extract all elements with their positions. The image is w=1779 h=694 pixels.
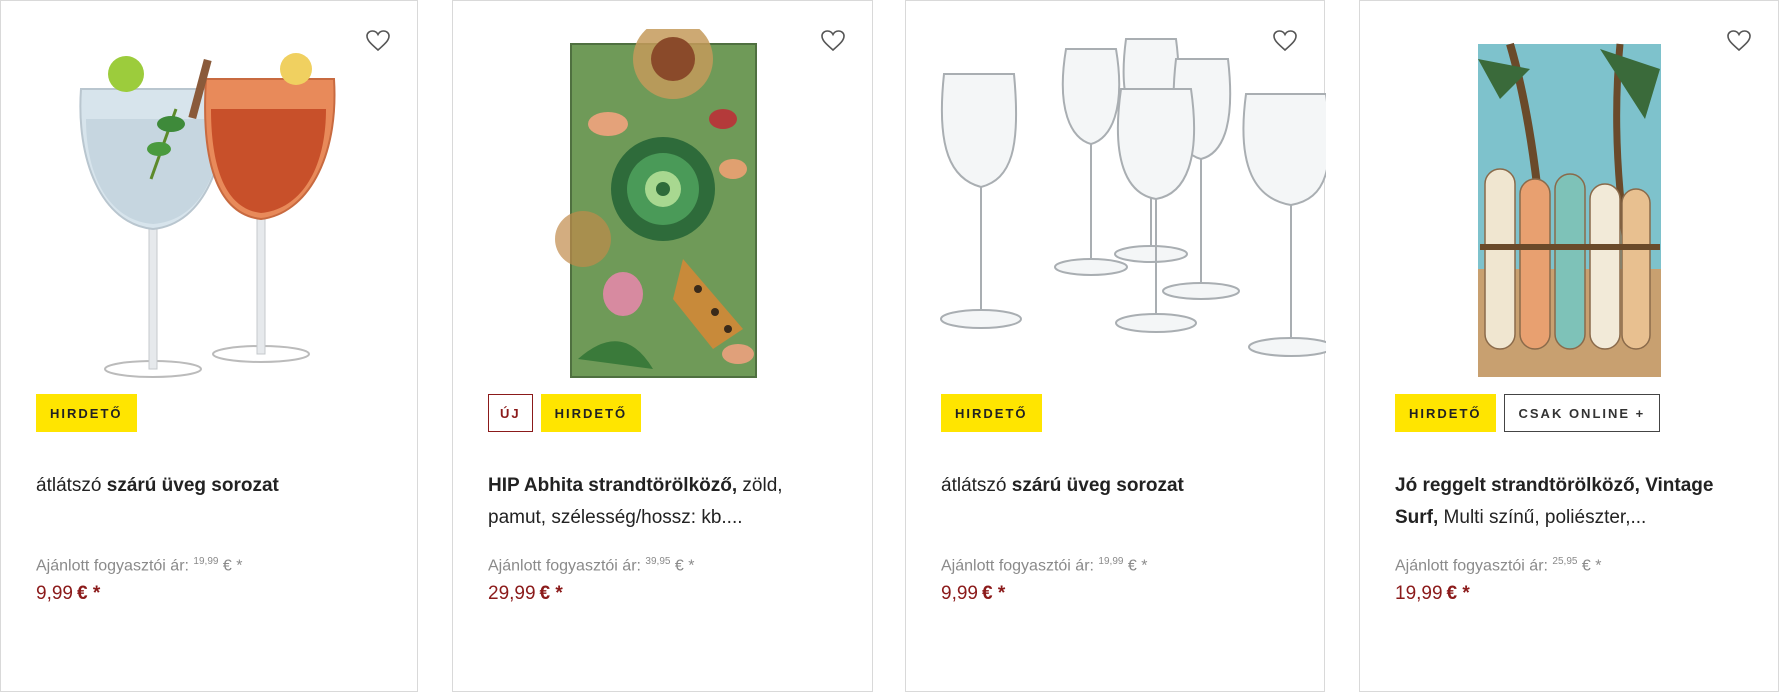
title-bold: szárú üveg sorozat — [106, 475, 279, 496]
product-title[interactable]: Jó reggelt strandtörölköző, Vintage Surf… — [1395, 470, 1748, 534]
rrp-label: Ajánlott fogyasztói ár: — [941, 557, 1094, 575]
badge-row: ÚJ HIRDETŐ — [488, 394, 642, 432]
sale-price: 19,99 € * — [1395, 583, 1470, 605]
price-suffix: € * — [539, 583, 563, 604]
product-image[interactable] — [1360, 29, 1779, 379]
product-image[interactable] — [1, 29, 419, 379]
advertised-badge: HIRDETŐ — [1395, 394, 1496, 432]
price-value: 29,99 — [488, 583, 536, 604]
price-value: 9,99 — [941, 583, 978, 604]
advertised-badge: HIRDETŐ — [941, 394, 1042, 432]
price-suffix: € * — [1446, 583, 1470, 604]
product-title[interactable]: átlátszó szárú üveg sorozat — [941, 470, 1294, 502]
price-suffix: € * — [76, 583, 101, 604]
rrp-value: 39,95 — [645, 556, 671, 567]
online-only-badge: CSAK ONLINE + — [1503, 394, 1661, 432]
badge-row: HIRDETŐ — [941, 394, 1042, 432]
product-card[interactable]: HIRDETŐ átlátszó szárú üveg sorozat Aján… — [0, 0, 418, 692]
product-card[interactable]: HIRDETŐ CSAK ONLINE + Jó reggelt strandt… — [1359, 0, 1779, 692]
rrp-label: Ajánlott fogyasztói ár: — [488, 557, 641, 575]
product-card[interactable]: HIRDETŐ átlátszó szárú üveg sorozat Aján… — [905, 0, 1326, 692]
title-text: átlátszó — [941, 475, 1012, 496]
title-bold: szárú üveg sorozat — [1011, 475, 1184, 496]
recommended-price: Ajánlott fogyasztói ár: 25,95 € * — [1395, 556, 1601, 575]
title-bold: HIP Abhita strandtörölköző, — [488, 475, 738, 496]
product-card[interactable]: ÚJ HIRDETŐ HIP Abhita strandtörölköző, z… — [452, 0, 873, 692]
sale-price: 9,99 € * — [941, 583, 1005, 605]
sale-price: 29,99 € * — [488, 583, 563, 605]
title-text: átlátszó — [36, 475, 107, 496]
sale-price: 9,99 € * — [36, 583, 100, 605]
rrp-label: Ajánlott fogyasztói ár: — [1395, 557, 1548, 575]
advertised-badge: HIRDETŐ — [540, 394, 642, 432]
price-value: 9,99 — [36, 583, 73, 604]
rrp-value: 19,99 — [193, 556, 219, 567]
title-text: Multi színű, poliészter,... — [1438, 507, 1647, 528]
rrp-value: 25,95 — [1552, 556, 1578, 567]
recommended-price: Ajánlott fogyasztói ár: 19,99 € * — [36, 556, 242, 575]
rrp-value: 19,99 — [1098, 556, 1124, 567]
rrp-suffix: € * — [1127, 557, 1148, 575]
rrp-suffix: € * — [222, 557, 243, 575]
new-badge: ÚJ — [488, 394, 533, 432]
product-image[interactable] — [453, 29, 874, 379]
price-suffix: € * — [981, 583, 1006, 604]
rrp-suffix: € * — [1581, 557, 1602, 575]
product-grid: HIRDETŐ átlátszó szárú üveg sorozat Aján… — [0, 0, 1779, 694]
product-title[interactable]: átlátszó szárú üveg sorozat — [36, 470, 387, 502]
advertised-badge: HIRDETŐ — [36, 394, 137, 432]
rrp-label: Ajánlott fogyasztói ár: — [36, 557, 189, 575]
product-title[interactable]: HIP Abhita strandtörölköző, zöld, pamut,… — [488, 470, 842, 534]
recommended-price: Ajánlott fogyasztói ár: 39,95 € * — [488, 556, 694, 575]
rrp-suffix: € * — [674, 557, 695, 575]
badge-row: HIRDETŐ — [36, 394, 137, 432]
badge-row: HIRDETŐ CSAK ONLINE + — [1395, 394, 1661, 432]
price-value: 19,99 — [1395, 583, 1443, 604]
recommended-price: Ajánlott fogyasztói ár: 19,99 € * — [941, 556, 1147, 575]
product-image[interactable] — [906, 29, 1326, 379]
